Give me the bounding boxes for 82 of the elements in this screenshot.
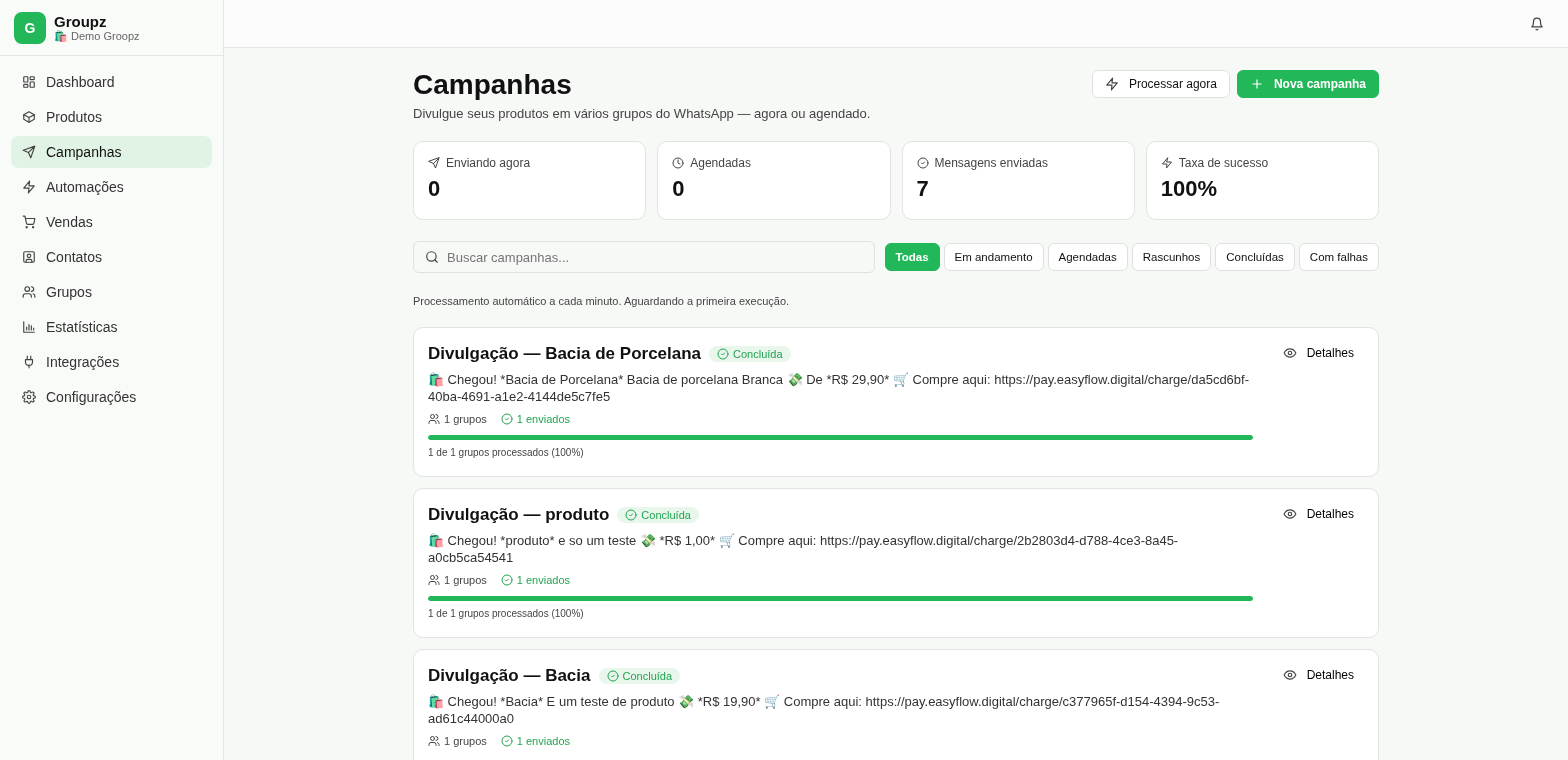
filter-tab[interactable]: Em andamento [943, 243, 1044, 271]
campaign-message: 🛍 Chegou! *Bacia* E um teste de produto 💸 *R$ 19,90* 🛒 Compre aqui: https://pay.easyflow.digital/charge/c377965f-d154-4394-9c53-ad61c44000a0 [428, 693, 1221, 727]
filter-tab[interactable]: Com falhas [1298, 243, 1379, 271]
filter-tab[interactable]: Rascunhos [1131, 243, 1212, 271]
search-input[interactable]: Buscar campanhas... [447, 247, 863, 267]
users-icon [428, 413, 440, 425]
sent-count: 1 enviados [516, 574, 571, 586]
eye-icon [1282, 668, 1297, 682]
campaign-title: Divulgação — Bacia de Porcelana [428, 344, 702, 364]
check-circle-icon [916, 157, 929, 169]
stat-value: 100% [1160, 176, 1219, 202]
bar-chart-icon [22, 320, 36, 334]
send-icon [428, 157, 440, 169]
campaign-message: 🛍 Chegou! *produto* e so um teste 💸 *R$ 1,00* 🛒 Compre aqui: https://pay.easyflow.digital/charge/2b2803d4-d788-4ce3-8a45-a0cb5ca54541 [428, 532, 1180, 566]
check-circle-icon [500, 574, 513, 586]
lightning-icon [22, 180, 36, 194]
page-title: Campanhas [413, 69, 573, 101]
stat-value: 7 [916, 176, 930, 202]
sent-count: 1 enviados [516, 413, 571, 425]
stat-value: 0 [672, 176, 686, 202]
status-badge: Concluída [598, 668, 681, 684]
plug-icon [22, 355, 36, 369]
box-icon [22, 110, 36, 124]
filter-tab[interactable]: Agendadas [1047, 243, 1128, 271]
sidebar-item[interactable]: Campanhas [11, 136, 212, 168]
eye-icon [1282, 507, 1297, 521]
sidebar-item[interactable]: Contatos [11, 241, 212, 273]
sidebar-item[interactable]: Grupos [11, 276, 212, 308]
details-button[interactable]: Detalhes [1272, 664, 1364, 686]
search-field[interactable]: Buscar campanhas... [413, 241, 875, 273]
lightning-icon [1104, 77, 1119, 91]
progress-text: 1 de 1 grupos processados (100%) [428, 447, 585, 458]
details-button[interactable]: Detalhes [1272, 342, 1364, 364]
page-subtitle: Divulgue seus produtos em vários grupos do WhatsApp — agora ou agendado. [413, 106, 871, 121]
users-icon [22, 285, 36, 299]
stat-label: Mensagens enviadas [934, 156, 1048, 170]
check-circle-icon [625, 509, 638, 521]
sent-count: 1 enviados [516, 735, 571, 747]
users-icon [428, 574, 440, 586]
check-circle-icon [500, 413, 513, 425]
eye-icon [1282, 346, 1297, 360]
campaign-title: Divulgação — Bacia [428, 666, 591, 686]
groups-count: 1 grupos [444, 413, 487, 425]
check-circle-icon [717, 348, 730, 360]
clock-icon [672, 157, 685, 169]
sidebar-item[interactable]: Produtos [11, 101, 212, 133]
app-name: Groupz [54, 12, 108, 30]
sidebar-item[interactable]: Automações [11, 171, 212, 203]
stat-value: 0 [428, 176, 442, 202]
campaign-title: Divulgação — produto [428, 505, 610, 525]
check-circle-icon [500, 735, 513, 747]
groups-count: 1 grupos [444, 574, 487, 586]
sidebar-item[interactable]: Integrações [11, 346, 212, 378]
notification-icon [1530, 16, 1544, 31]
settings-icon [22, 390, 36, 404]
search-icon [425, 250, 439, 264]
progress-text: 1 de 1 grupos processados (100%) [428, 608, 585, 619]
send-icon [22, 145, 36, 159]
grid-icon [22, 75, 36, 89]
stat-label: Agendadas [690, 156, 751, 170]
stat-label: Enviando agora [446, 156, 531, 170]
status-badge: Concluída [617, 507, 699, 523]
sidebar-item[interactable]: Configurações [11, 381, 212, 413]
filter-tab[interactable]: Concluídas [1215, 243, 1295, 271]
status-badge: Concluída [709, 346, 791, 362]
plus-icon [1249, 77, 1264, 91]
sidebar-item[interactable]: Dashboard [11, 66, 212, 98]
details-button[interactable]: Detalhes [1272, 503, 1364, 525]
sidebar-item[interactable]: Estatísticas [11, 311, 212, 343]
workspace-name: 🛍 Demo Groopz [54, 29, 140, 43]
check-circle-icon [606, 670, 619, 682]
campaign-message: 🛍 Chegou! *Bacia de Porcelana* Bacia de porcelana Branca 💸 De *R$ 29,90* 🛒 Compre aqui: https://pay.easyflow.digital/charge/da5cd6bf-40ba-4691-a1e2-4144de5c7fe5 [428, 371, 1250, 405]
cart-icon [22, 215, 36, 229]
users-icon [428, 735, 440, 747]
sidebar-item[interactable]: Vendas [11, 206, 212, 238]
status-notice: Processamento automático a cada minuto. Aguardando a primeira execução. [413, 295, 791, 307]
groups-count: 1 grupos [444, 735, 487, 747]
process-button[interactable]: Processar agora [1091, 70, 1230, 98]
contact-icon [22, 250, 36, 264]
app-logo: G [14, 11, 46, 44]
stat-label: Taxa de sucesso [1178, 156, 1269, 170]
lightning-icon [1160, 157, 1173, 169]
